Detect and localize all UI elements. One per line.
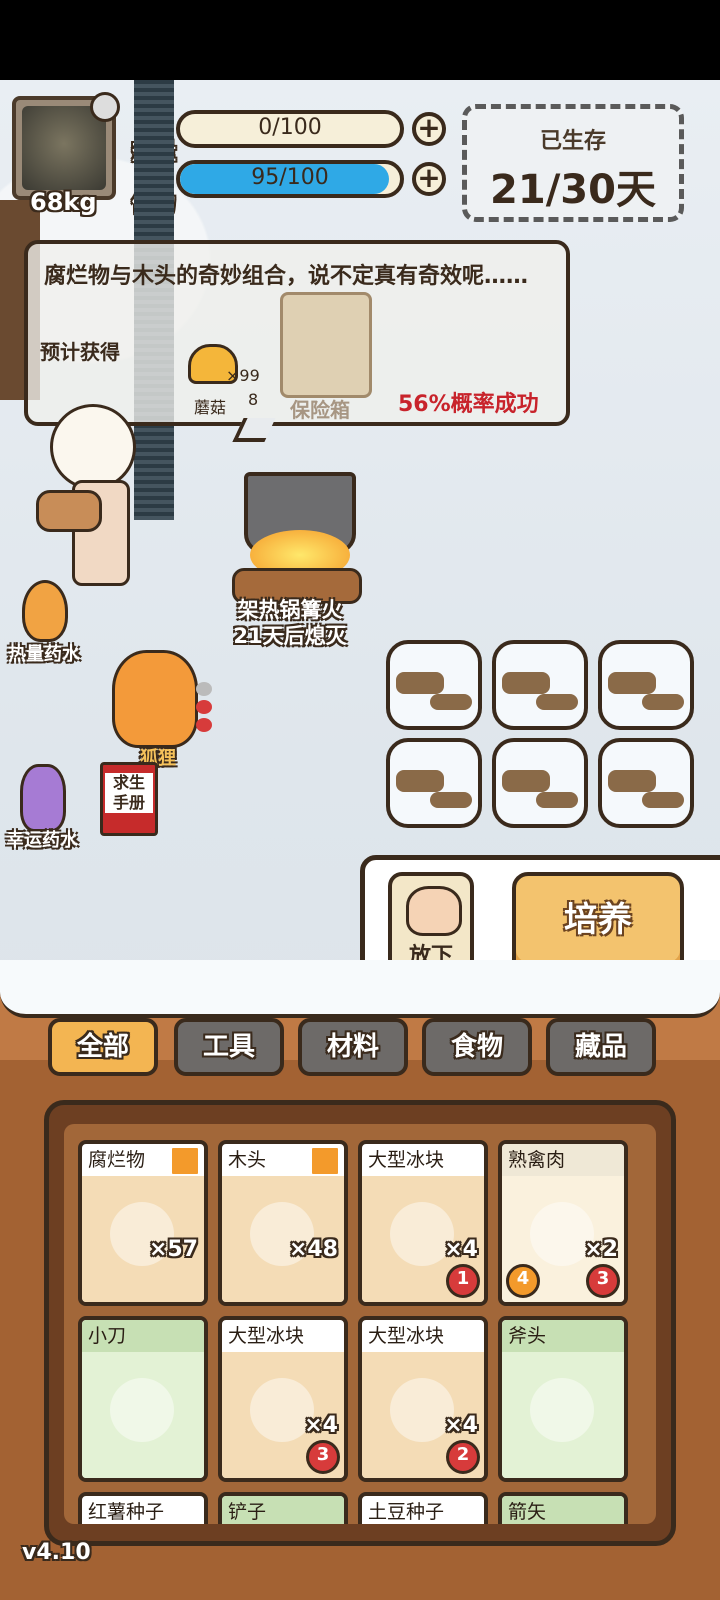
item-name: 大型冰块 — [228, 1325, 305, 1347]
inventory-card[interactable]: 大型冰块 ×4 3 — [218, 1316, 348, 1482]
version-label: v4.10 — [22, 1540, 91, 1565]
tab-collectibles[interactable]: 藏品 — [546, 1018, 656, 1076]
inventory-grid: 腐烂物 ×57 木头 ×48 大型冰块 ×4 1 熟禽肉 ×2 3 4 小刀 大型冰块 ×4 3 大型冰块 ×4… — [64, 1124, 656, 1524]
item-badge: 2 — [446, 1440, 480, 1474]
gear-icon[interactable] — [90, 92, 120, 122]
item-name: 土豆种子 — [368, 1501, 445, 1523]
rabbit-portrait — [22, 106, 106, 190]
heart-icon — [196, 718, 212, 732]
expect-label: 预计获得 — [40, 340, 120, 364]
success-rate: 56%概率成功 — [398, 392, 539, 417]
add-stamina-button[interactable]: + — [412, 162, 446, 196]
character-head[interactable] — [50, 404, 136, 490]
craft-dialog: 腐烂物与木头的奇妙组合，说不定真有奇效呢…… 预计获得 ×99 8 蘑菇 保险箱… — [24, 240, 570, 426]
tab-tools[interactable]: 工具 — [174, 1018, 284, 1076]
inventory-card[interactable]: 木头 ×48 — [218, 1140, 348, 1306]
item-name: 大型冰块 — [368, 1149, 445, 1171]
item-badge: 1 — [446, 1264, 480, 1298]
days-value: 21/30天 — [490, 167, 656, 213]
heart-icon — [196, 682, 212, 696]
item-quantity: ×4 — [444, 1413, 478, 1438]
item-name: 熟禽肉 — [502, 1144, 624, 1176]
log-carried-icon — [36, 490, 102, 532]
tab-label: 藏品 — [574, 1032, 627, 1062]
inventory-card[interactable]: 铲子 — [218, 1492, 348, 1524]
tab-materials[interactable]: 材料 — [298, 1018, 408, 1076]
fox-icon[interactable] — [112, 650, 198, 748]
mushroom-qty: ×99 — [226, 366, 260, 385]
item-quantity: ×4 — [304, 1413, 338, 1438]
item-quantity: ×2 — [584, 1237, 618, 1262]
stamina-value: 95/100 — [251, 165, 329, 190]
inventory-card[interactable]: 大型冰块 ×4 1 — [358, 1140, 488, 1306]
safe-icon — [280, 292, 372, 398]
item-quantity: ×48 — [288, 1237, 338, 1262]
inventory-card[interactable]: 腐烂物 ×57 — [78, 1140, 208, 1306]
heat-potion-icon[interactable] — [22, 580, 68, 642]
heat-bar: 0/100 — [176, 110, 404, 148]
inventory-card[interactable]: 红薯种子 — [78, 1492, 208, 1524]
campfire-timer: 21天后熄灭 — [233, 624, 347, 648]
survival-days-panel: 已生存 21/30天 — [462, 104, 684, 222]
dialog-message: 腐烂物与木头的奇妙组合，说不定真有奇效呢…… — [44, 264, 529, 289]
ice-block[interactable] — [492, 640, 588, 730]
tab-label: 全部 — [76, 1032, 129, 1062]
ice-block[interactable] — [386, 738, 482, 828]
heat-value: 0/100 — [258, 115, 322, 140]
luck-potion-icon[interactable] — [20, 764, 66, 832]
cultivate-label: 培养 — [564, 900, 632, 940]
days-label: 已生存 — [539, 129, 606, 154]
item-icon — [530, 1378, 594, 1442]
item-quantity: ×4 — [444, 1237, 478, 1262]
mushroom-label: 蘑菇 — [194, 398, 227, 417]
item-body — [82, 1352, 204, 1478]
snow-cap — [0, 960, 720, 1018]
inventory-card[interactable]: 大型冰块 ×4 2 — [358, 1316, 488, 1482]
add-heat-button[interactable]: + — [412, 112, 446, 146]
item-name: 小刀 — [82, 1320, 204, 1352]
ice-block[interactable] — [598, 738, 694, 828]
inventory-card[interactable]: 箭矢 — [498, 1492, 628, 1524]
mushroom-qty-2: 8 — [248, 390, 259, 409]
heat-potion-label: 热量药水 — [8, 644, 80, 665]
tab-food[interactable]: 食物 — [422, 1018, 532, 1076]
ice-block[interactable] — [598, 640, 694, 730]
weight-label: 68kg — [30, 188, 97, 216]
upgrade-arrow-icon — [170, 1146, 200, 1176]
tab-label: 材料 — [326, 1032, 379, 1062]
item-quantity: ×57 — [148, 1237, 198, 1262]
inventory-card[interactable]: 小刀 — [78, 1316, 208, 1482]
upgrade-arrow-icon — [310, 1146, 340, 1176]
inventory-card[interactable]: 斧头 — [498, 1316, 628, 1482]
hand-icon — [406, 886, 462, 936]
inventory-card[interactable]: 熟禽肉 ×2 3 4 — [498, 1140, 628, 1306]
survival-manual-button[interactable]: 求生 手册 — [100, 762, 158, 836]
stamina-bar: 95/100 — [176, 160, 404, 198]
item-name: 箭矢 — [502, 1496, 624, 1524]
item-left-badge: 4 — [506, 1264, 540, 1298]
heart-icon — [196, 700, 212, 714]
item-badge: 3 — [306, 1440, 340, 1474]
item-badge: 3 — [586, 1264, 620, 1298]
luck-potion-label: 幸运药水 — [6, 830, 78, 851]
item-name: 铲子 — [222, 1496, 344, 1524]
inventory-card[interactable]: 土豆种子 — [358, 1492, 488, 1524]
item-name: 斧头 — [502, 1320, 624, 1352]
ice-block[interactable] — [386, 640, 482, 730]
tab-label: 食物 — [450, 1032, 503, 1062]
item-name: 红薯种子 — [88, 1501, 165, 1523]
manual-label: 求生 手册 — [105, 773, 153, 813]
chest-label: 保险箱 — [290, 398, 350, 422]
ice-block[interactable] — [492, 738, 588, 828]
item-name: 大型冰块 — [368, 1325, 445, 1347]
tab-all[interactable]: 全部 — [48, 1018, 158, 1076]
item-icon — [110, 1378, 174, 1442]
tab-label: 工具 — [202, 1032, 255, 1062]
item-body — [502, 1352, 624, 1478]
